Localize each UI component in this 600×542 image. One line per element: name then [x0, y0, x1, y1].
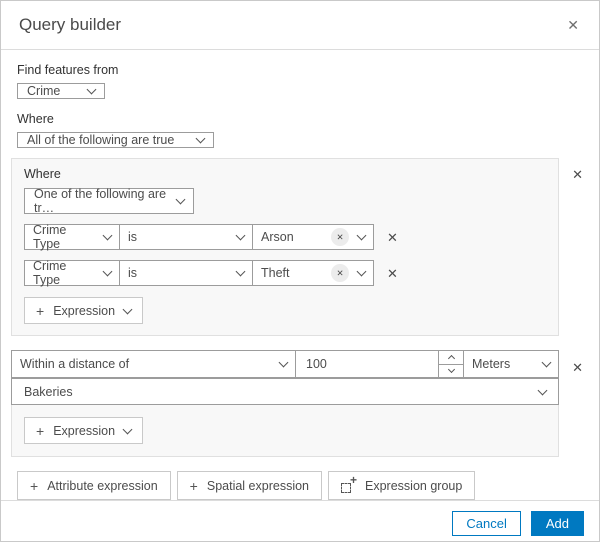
chevron-down-icon	[122, 304, 133, 314]
field-select[interactable]: Crime Type	[25, 223, 119, 251]
value-text: Theft	[261, 266, 290, 280]
dialog-header: Query builder ✕	[1, 1, 599, 50]
spatial-operator-select[interactable]: Within a distance of	[12, 351, 295, 377]
operator-value: is	[128, 266, 138, 280]
distance-stepper	[438, 351, 463, 377]
condition-row: Crime Type is Theft ✕ ✕	[24, 259, 546, 287]
find-features-label: Find features from	[17, 63, 119, 77]
unit-select[interactable]: Meters	[463, 351, 558, 377]
expression-group-1: Where One of the following are tr… Crime…	[11, 158, 589, 336]
unit-value: Meters	[472, 357, 511, 371]
dialog-title: Query builder	[19, 15, 122, 34]
stepper-up-icon[interactable]	[439, 351, 463, 364]
operator-select[interactable]: is	[119, 261, 252, 285]
expression-group-1-box: Where One of the following are tr… Crime…	[11, 158, 559, 336]
remove-condition-icon[interactable]: ✕	[387, 267, 398, 280]
where-operator-value: All of the following are true	[27, 133, 175, 147]
value-select[interactable]: Arson ✕	[252, 225, 373, 249]
plus-icon: +	[30, 477, 39, 494]
value-select[interactable]: Theft ✕	[252, 261, 373, 285]
spatial-condition-row: Within a distance of Meters	[11, 350, 559, 378]
chevron-up-icon	[447, 355, 455, 363]
remove-group-icon[interactable]: ✕	[568, 164, 587, 185]
value-controls: ✕	[317, 264, 367, 282]
plus-icon: +	[36, 302, 45, 319]
field-value: Crime Type	[33, 223, 67, 251]
plus-icon: +	[189, 477, 198, 494]
where-label: Where	[17, 112, 54, 126]
attribute-expression-label: Attribute expression	[47, 478, 158, 493]
field-select[interactable]: Crime Type	[25, 259, 119, 287]
add-spatial-expression-button[interactable]: + Spatial expression	[176, 471, 323, 500]
where-operator-select[interactable]: All of the following are true	[17, 132, 214, 148]
expression-group-2-box: Within a distance of Meters Bakeries	[11, 350, 559, 457]
clear-value-icon[interactable]: ✕	[331, 228, 349, 246]
expression-group-icon: +	[341, 474, 357, 493]
chevron-down-icon	[102, 266, 113, 277]
chevron-down-icon	[195, 133, 206, 144]
chevron-down-icon	[541, 357, 552, 368]
condition-controls: Crime Type is Theft ✕	[24, 259, 374, 287]
chevron-down-icon	[102, 230, 113, 241]
chevron-down-icon	[86, 84, 97, 95]
target-layer-value: Bakeries	[24, 384, 73, 399]
condition-row: Crime Type is Arson ✕ ✕	[24, 223, 546, 251]
remove-condition-icon[interactable]: ✕	[387, 231, 398, 244]
chevron-down-icon	[122, 424, 133, 434]
group1-operator-value: One of the following are tr…	[34, 187, 167, 215]
remove-group-icon[interactable]: ✕	[568, 357, 587, 378]
cancel-button[interactable]: Cancel	[452, 511, 521, 536]
operator-value: is	[128, 230, 138, 244]
operator-select[interactable]: is	[119, 225, 252, 249]
group1-operator-select[interactable]: One of the following are tr…	[24, 187, 194, 215]
chevron-down-icon	[235, 266, 246, 277]
add-expression-group-button[interactable]: + Expression group	[328, 471, 476, 500]
chevron-down-icon	[537, 385, 548, 395]
add-expression-button[interactable]: + Expression	[24, 297, 144, 324]
chevron-down-icon	[356, 266, 367, 277]
chevron-down-icon	[278, 357, 289, 368]
distance-field-wrap	[295, 351, 438, 377]
chevron-down-icon	[447, 366, 455, 374]
clear-value-icon[interactable]: ✕	[331, 264, 349, 282]
chevron-down-icon	[356, 230, 367, 241]
stepper-down-icon[interactable]	[439, 363, 463, 377]
layer-select-value: Crime	[27, 84, 61, 98]
add-expression-label: Expression	[53, 303, 116, 318]
close-icon[interactable]: ✕	[563, 14, 583, 36]
layer-select[interactable]: Crime	[17, 83, 105, 99]
add-button[interactable]: Add	[530, 511, 584, 536]
builder-actions: + Attribute expression + Spatial express…	[17, 471, 583, 500]
spatial-operator-value: Within a distance of	[20, 357, 130, 371]
expression-group-2: Within a distance of Meters Bakeries	[11, 350, 589, 457]
query-builder-dialog: Query builder ✕ Find features from Crime…	[0, 0, 600, 542]
value-controls: ✕	[317, 228, 367, 246]
dialog-footer: Cancel Add	[1, 500, 599, 541]
add-attribute-expression-button[interactable]: + Attribute expression	[17, 471, 171, 500]
condition-controls: Crime Type is Arson ✕	[24, 223, 374, 251]
spatial-expression-label: Spatial expression	[206, 478, 310, 493]
chevron-down-icon	[235, 230, 246, 241]
field-value: Crime Type	[33, 259, 67, 287]
target-layer-select[interactable]: Bakeries	[11, 378, 559, 405]
chevron-down-icon	[175, 194, 186, 205]
add-expression-button[interactable]: + Expression	[24, 417, 144, 444]
group1-where-label: Where	[24, 167, 61, 181]
distance-input[interactable]	[296, 351, 438, 377]
plus-icon: +	[36, 422, 45, 439]
value-text: Arson	[261, 230, 294, 244]
add-expression-label: Expression	[53, 423, 116, 438]
expression-group-label: Expression group	[365, 478, 463, 493]
